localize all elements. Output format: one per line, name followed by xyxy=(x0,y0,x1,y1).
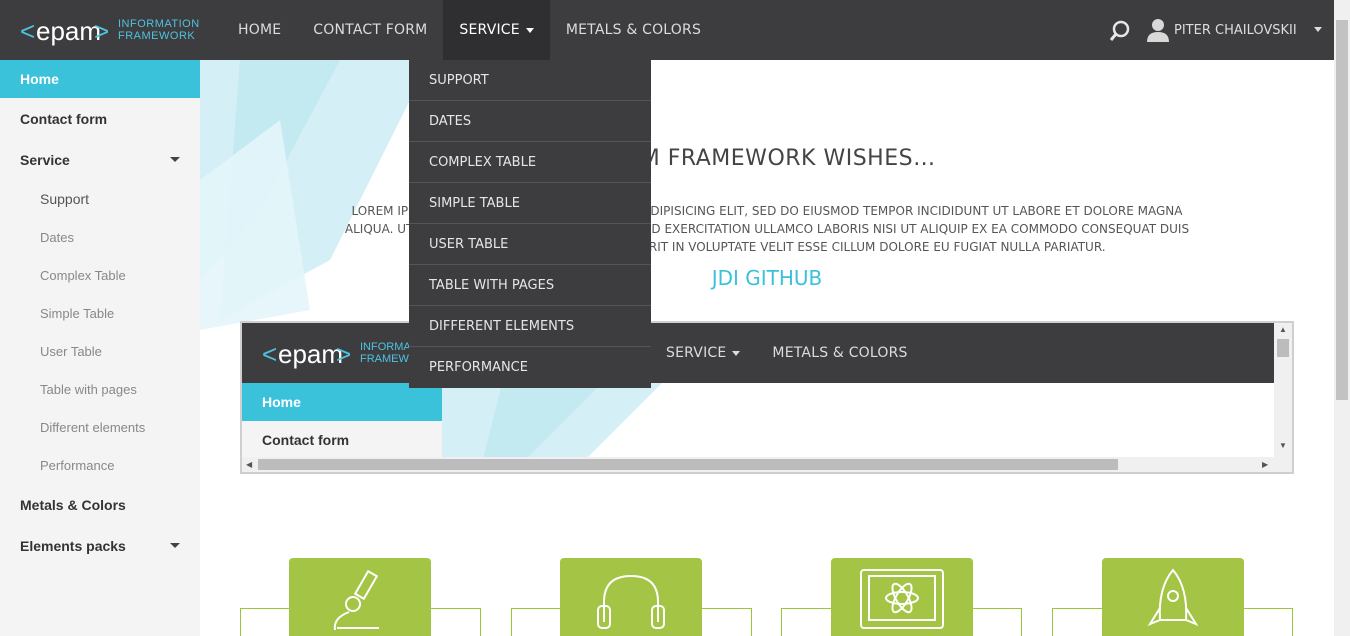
sidebar-item-service[interactable]: Service xyxy=(0,139,200,180)
scroll-down-icon[interactable]: ▼ xyxy=(1279,441,1287,450)
sidebar-subitem-simple-table[interactable]: Simple Table xyxy=(0,294,200,332)
top-navbar: < epam > INFORMATION FRAMEWORK HOME CONT… xyxy=(0,0,1334,60)
nav-metals-colors[interactable]: METALS & COLORS xyxy=(550,0,717,60)
svg-text:epam: epam xyxy=(36,16,101,46)
logo-subtitle: INFORMATION FRAMEWORK xyxy=(118,18,200,42)
frame-nav-metals-colors[interactable]: METALS & COLORS xyxy=(756,323,923,383)
menu-item-performance[interactable]: PERFORMANCE xyxy=(409,347,651,388)
sidebar-subitem-different-elements[interactable]: Different elements xyxy=(0,408,200,446)
chevron-down-icon xyxy=(170,157,180,162)
chevron-down-icon[interactable] xyxy=(1314,27,1322,32)
user-name: PITER CHAILOVSKII xyxy=(1174,22,1297,38)
sidebar-item-contact-form[interactable]: Contact form xyxy=(0,98,200,139)
svg-text:<: < xyxy=(262,339,277,369)
sidebar-subitem-dates[interactable]: Dates xyxy=(0,218,200,256)
atom-monitor-icon xyxy=(831,558,973,636)
frame-sidebar-contact-form[interactable]: Contact form xyxy=(242,421,442,459)
main-content: EPAM FRAMEWORK WISHES… LOREM IPSUM DOLOR… xyxy=(200,60,1334,636)
embedded-frame[interactable]: < epam > INFORMATION FRAMEWORK SERVICE M… xyxy=(240,321,1294,474)
menu-item-dates[interactable]: DATES xyxy=(409,101,651,142)
scroll-up-icon[interactable]: ▲ xyxy=(1279,325,1287,334)
menu-item-simple-table[interactable]: SIMPLE TABLE xyxy=(409,183,651,224)
frame-epam-logo[interactable]: < epam > xyxy=(262,337,352,371)
scroll-right-icon[interactable]: ▶ xyxy=(1262,460,1268,469)
page-title: EPAM FRAMEWORK WISHES… xyxy=(598,146,936,171)
menu-item-table-with-pages[interactable]: TABLE WITH PAGES xyxy=(409,265,651,306)
search-icon[interactable] xyxy=(1108,19,1132,43)
frame-background-decoration xyxy=(442,383,662,463)
nav-home[interactable]: HOME xyxy=(222,0,297,60)
frame-navbar: < epam > INFORMATION FRAMEWORK SERVICE M… xyxy=(242,323,1274,383)
headphones-icon xyxy=(560,558,702,636)
sidebar-item-home[interactable]: Home xyxy=(0,60,200,98)
rocket-icon xyxy=(1102,558,1244,636)
frame-vertical-scrollbar[interactable]: ▲ ▼ xyxy=(1274,323,1292,457)
page-scrollbar[interactable] xyxy=(1334,0,1350,636)
sidebar-item-metals-colors[interactable]: Metals & Colors xyxy=(0,484,200,525)
sidebar-subitem-performance[interactable]: Performance xyxy=(0,446,200,484)
frame-nav: SERVICE METALS & COLORS xyxy=(650,323,924,383)
frame-nav-service[interactable]: SERVICE xyxy=(650,323,756,383)
main-nav: HOME CONTACT FORM SERVICE METALS & COLOR… xyxy=(222,0,717,60)
menu-item-support[interactable]: SUPPORT xyxy=(409,60,651,101)
user-icon xyxy=(1147,19,1169,42)
microscope-icon xyxy=(289,558,431,636)
scroll-left-icon[interactable]: ◀ xyxy=(246,460,252,469)
sidebar-item-elements-packs[interactable]: Elements packs xyxy=(0,525,200,566)
sidebar-subitem-complex-table[interactable]: Complex Table xyxy=(0,256,200,294)
chevron-down-icon xyxy=(525,27,534,33)
sidebar-subitem-table-with-pages[interactable]: Table with pages xyxy=(0,370,200,408)
menu-item-complex-table[interactable]: COMPLEX TABLE xyxy=(409,142,651,183)
chevron-down-icon xyxy=(732,350,741,356)
nav-service[interactable]: SERVICE xyxy=(443,0,550,60)
sidebar: Home Contact form Service Support Dates … xyxy=(0,60,200,636)
sidebar-subitem-support[interactable]: Support xyxy=(0,180,200,218)
github-link[interactable]: JDI GITHUB xyxy=(200,266,1334,290)
svg-text:<: < xyxy=(20,16,35,46)
sidebar-subitem-user-table[interactable]: User Table xyxy=(0,332,200,370)
frame-horizontal-scrollbar[interactable]: ◀ ▶ xyxy=(242,457,1292,472)
svg-text:>: > xyxy=(336,339,351,369)
frame-sidebar-home[interactable]: Home xyxy=(242,383,442,421)
benefit-cards xyxy=(240,558,1294,636)
nav-contact-form[interactable]: CONTACT FORM xyxy=(297,0,443,60)
svg-text:>: > xyxy=(94,16,109,46)
user-menu[interactable]: PITER CHAILOVSKII xyxy=(1146,17,1297,43)
svg-text:epam: epam xyxy=(278,339,343,369)
chevron-down-icon xyxy=(170,543,180,548)
service-dropdown-menu: SUPPORT DATES COMPLEX TABLE SIMPLE TABLE… xyxy=(409,60,651,388)
menu-item-user-table[interactable]: USER TABLE xyxy=(409,224,651,265)
menu-item-different-elements[interactable]: DIFFERENT ELEMENTS xyxy=(409,306,651,347)
epam-logo[interactable]: < epam > xyxy=(20,14,110,48)
